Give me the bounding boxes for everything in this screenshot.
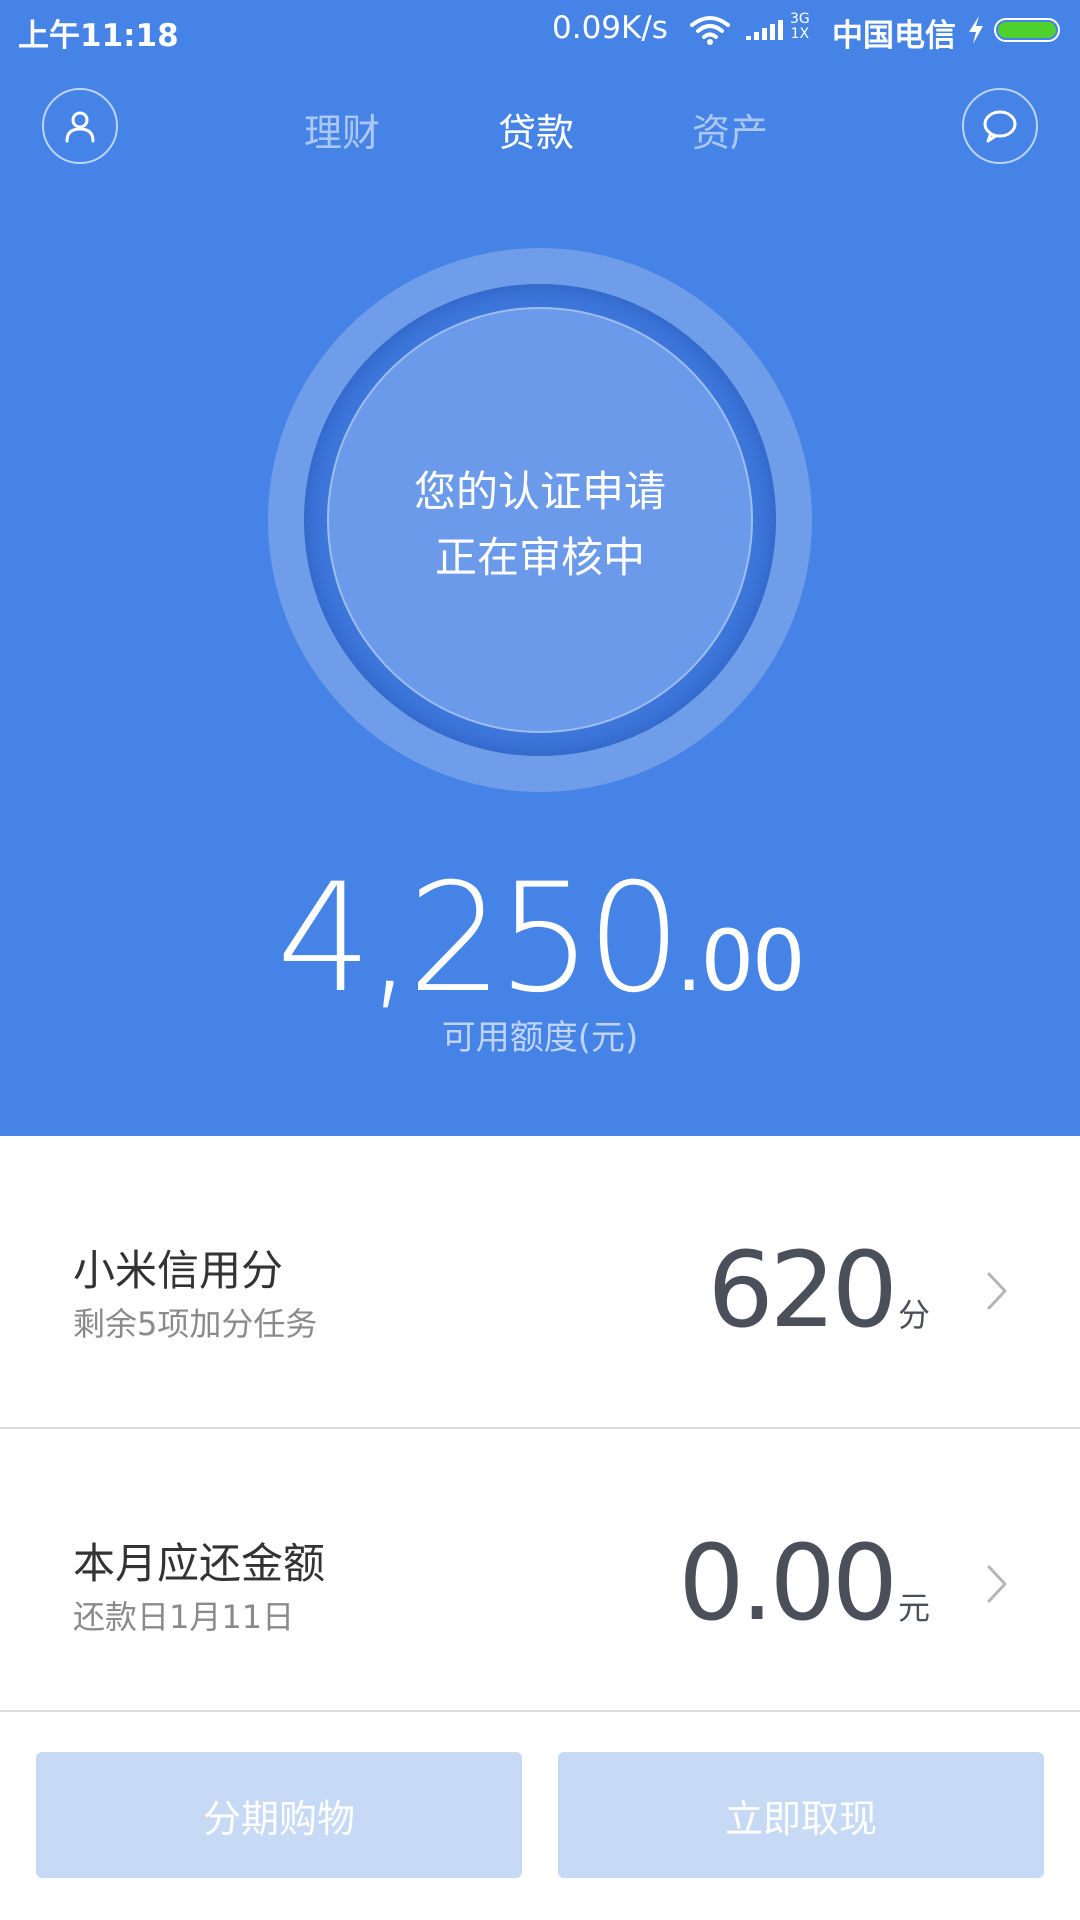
message-icon [983, 110, 1017, 143]
messages-button[interactable] [962, 88, 1038, 164]
credit-amount-decimal: .00 [675, 912, 806, 1010]
network-type-top: 3G [790, 11, 810, 27]
status-carrier: 中国电信 [832, 18, 956, 54]
monthly-repayment-title: 本月应还金额 [73, 1539, 326, 1588]
repayment-date: 还款日1月11日 [73, 1598, 295, 1636]
installment-shopping-button[interactable]: 分期购物 [36, 1752, 522, 1878]
wifi-icon [690, 16, 730, 45]
credit-score-title: 小米信用分 [73, 1246, 284, 1295]
battery-icon [994, 18, 1060, 42]
status-circle [327, 307, 753, 733]
battery-level [998, 22, 1056, 38]
status-text-line1: 您的认证申请 [413, 467, 666, 516]
network-type: 3G 1X [790, 12, 810, 42]
monthly-repayment-value: 0.00 元 [678, 1522, 930, 1644]
credit-score-row[interactable]: 小米信用分 剩余5项加分任务 620 分 [0, 1137, 1080, 1423]
tab-assets[interactable]: 资产 [692, 102, 768, 157]
credit-score-value: 620 分 [707, 1229, 930, 1351]
credit-score-number: 620 [707, 1229, 898, 1351]
monthly-repayment-row[interactable]: 本月应还金额 还款日1月11日 0.00 元 [0, 1430, 1080, 1716]
status-text-line2: 正在审核中 [434, 533, 645, 582]
monthly-repayment-number: 0.00 [678, 1522, 898, 1644]
loan-header: 上午11:18 0.09K/s 3G 1X 中国电信 理财 贷款 资产 您的认证… [0, 0, 1080, 1136]
row-divider [0, 1427, 1080, 1429]
charging-icon [969, 16, 983, 44]
user-icon [65, 111, 95, 143]
row-divider [0, 1710, 1080, 1712]
credit-score-subtitle: 剩余5项加分任务 [73, 1305, 318, 1343]
credit-amount: 4,250.00 [0, 852, 1080, 1026]
credit-amount-integer: 4,250 [276, 852, 681, 1026]
network-type-bottom: 1X [790, 26, 810, 42]
status-bar: 上午11:18 0.09K/s 3G 1X 中国电信 [0, 0, 1080, 60]
chevron-right-icon [987, 1272, 1007, 1310]
chevron-right-icon [987, 1565, 1007, 1603]
app-screen: 上午11:18 0.09K/s 3G 1X 中国电信 理财 贷款 资产 您的认证… [0, 0, 1080, 1920]
monthly-repayment-unit: 元 [897, 1589, 930, 1627]
status-network-speed: 0.09K/s [552, 10, 668, 46]
status-time: 上午11:18 [18, 18, 179, 54]
profile-button[interactable] [42, 88, 118, 164]
tab-wealth[interactable]: 理财 [304, 102, 380, 157]
withdraw-cash-button[interactable]: 立即取现 [558, 1752, 1044, 1878]
tab-loan[interactable]: 贷款 [498, 102, 574, 157]
credit-amount-label: 可用额度(元) [441, 1018, 639, 1058]
credit-score-unit: 分 [897, 1296, 930, 1334]
